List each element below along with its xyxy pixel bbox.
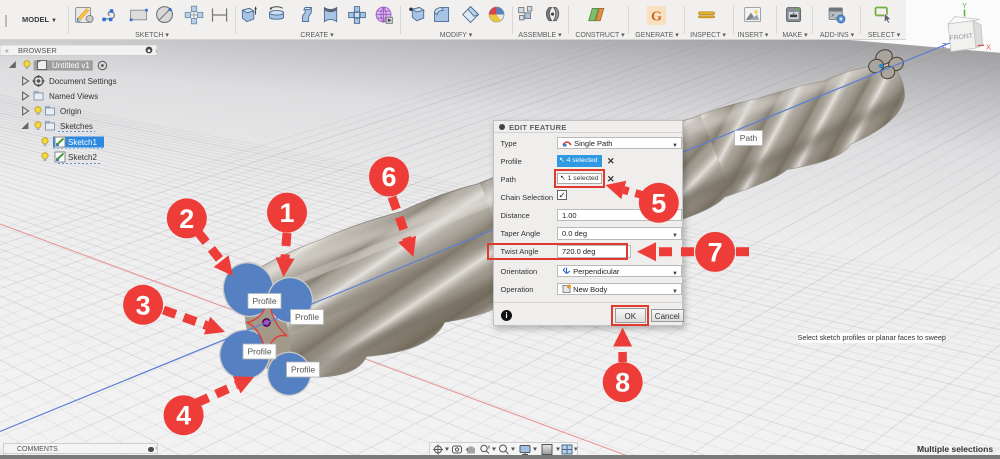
svg-text:Profile: Profile — [295, 312, 319, 322]
svg-text:G: G — [651, 9, 662, 25]
svg-text:Document Settings: Document Settings — [49, 77, 117, 86]
svg-text:BROWSER: BROWSER — [18, 46, 57, 55]
svg-text:Origin: Origin — [60, 107, 81, 116]
svg-text:Sketches: Sketches — [60, 122, 93, 131]
svg-text:Profile: Profile — [247, 347, 271, 357]
svg-text:Y: Y — [962, 3, 967, 10]
svg-text:Path: Path — [740, 133, 758, 143]
svg-text:Sketch1: Sketch1 — [68, 138, 97, 147]
svg-text:X: X — [986, 43, 991, 52]
svg-text:Z: Z — [942, 41, 947, 50]
svg-text:«: « — [5, 48, 9, 55]
svg-text:Profile: Profile — [252, 296, 276, 306]
svg-text:Untitled v1: Untitled v1 — [52, 61, 90, 70]
svg-text:Sketch2: Sketch2 — [68, 153, 97, 162]
svg-text:›: › — [155, 48, 158, 55]
svg-text:Profile: Profile — [291, 365, 315, 375]
svg-text:Named Views: Named Views — [49, 92, 98, 101]
svg-text:●: ● — [147, 47, 151, 54]
